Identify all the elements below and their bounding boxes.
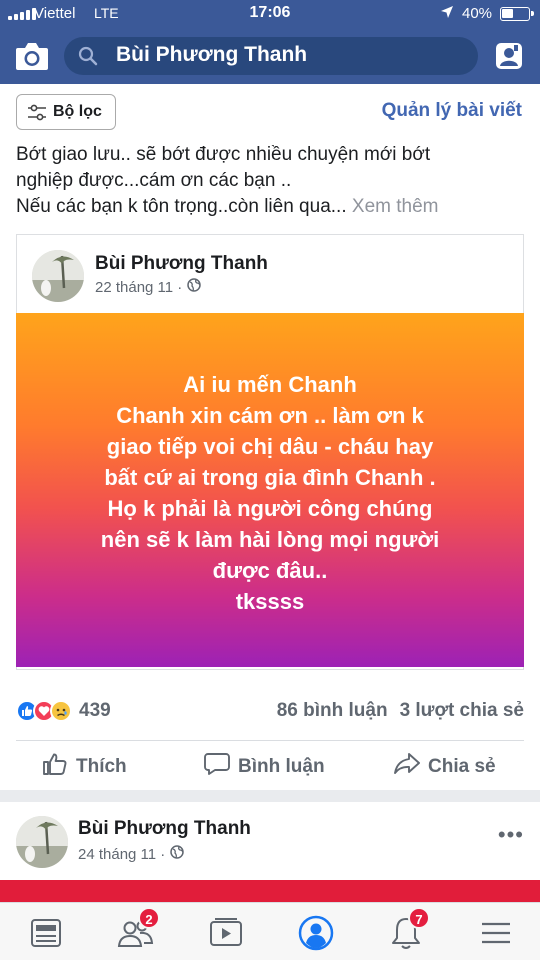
post-stats: 86 bình luận 3 lượt chia sẻ xyxy=(277,700,524,722)
see-more-link[interactable]: Xem thêm xyxy=(352,196,439,217)
avatar[interactable] xyxy=(32,250,84,302)
shared-post-date[interactable]: 22 tháng 11 · xyxy=(95,279,182,296)
status-line: Họ k phải là người công chúng xyxy=(107,496,433,521)
avatar[interactable] xyxy=(16,816,68,868)
status-background: Ai iu mến Chanh Chanh xin cám ơn .. làm … xyxy=(16,313,524,667)
profile-icon[interactable] xyxy=(494,41,524,71)
post-text-line: Bớt giao lưu.. sẽ bớt được nhiều chuyện … xyxy=(16,144,431,165)
post-author-name[interactable]: Bùi Phương Thanh xyxy=(78,818,251,840)
menu-tab[interactable] xyxy=(476,913,516,953)
share-count[interactable]: 3 lượt chia sẻ xyxy=(400,700,524,722)
thumbs-up-icon xyxy=(42,752,68,782)
battery-percent: 40% xyxy=(462,5,493,22)
filter-label: Bộ lọc xyxy=(53,103,102,120)
notifications-tab[interactable]: 7 xyxy=(386,907,430,953)
status-line: được đâu.. xyxy=(212,558,328,583)
notifications-badge: 7 xyxy=(408,907,430,929)
shared-post-card[interactable]: Bùi Phương Thanh 22 tháng 11 · Ai iu mến… xyxy=(16,234,524,670)
globe-icon xyxy=(170,845,185,863)
divider xyxy=(16,740,524,741)
comment-label: Bình luận xyxy=(238,756,325,777)
more-options-icon[interactable]: ••• xyxy=(498,822,524,848)
manage-posts-link[interactable]: Quản lý bài viết xyxy=(382,100,522,122)
post-text-line: Nếu các bạn k tôn trọng..còn liên qua... xyxy=(16,196,347,217)
post-date[interactable]: 24 tháng 11 · xyxy=(78,846,165,863)
post-actions: Thích Bình luận Chia sẻ xyxy=(0,742,540,788)
sad-reaction-icon xyxy=(50,700,72,722)
friends-badge: 2 xyxy=(138,907,160,929)
comment-button[interactable]: Bình luận xyxy=(204,752,325,782)
status-line: giao tiếp voi chị dâu - cháu hay xyxy=(106,434,434,459)
battery-icon xyxy=(500,7,534,21)
video-icon xyxy=(210,918,242,946)
reaction-count: 439 xyxy=(79,700,111,721)
friends-tab[interactable]: 2 xyxy=(116,907,160,953)
search-input[interactable]: Bùi Phương Thanh xyxy=(64,37,478,75)
share-button[interactable]: Chia sẻ xyxy=(394,752,496,782)
status-line: tkssss xyxy=(235,589,305,614)
post-meta: 24 tháng 11 · xyxy=(78,845,185,863)
globe-icon xyxy=(187,278,202,296)
like-button[interactable]: Thích xyxy=(42,752,127,782)
share-icon xyxy=(394,752,420,782)
filter-button[interactable]: Bộ lọc xyxy=(16,94,116,130)
feed-separator xyxy=(0,790,540,802)
bottom-nav: 2 7 xyxy=(0,902,540,960)
news-feed-tab[interactable] xyxy=(26,913,66,953)
status-text: Ai iu mến Chanh Chanh xin cám ơn .. làm … xyxy=(16,369,524,617)
like-label: Thích xyxy=(76,756,127,777)
status-line: Chanh xin cám ơn .. làm ơn k xyxy=(116,403,424,428)
shared-post-meta: 22 tháng 11 · xyxy=(95,278,202,296)
profile-icon xyxy=(298,915,334,951)
app-header: Viettel LTE 17:06 40% Bùi Phương Thanh xyxy=(0,0,540,84)
status-line: bất cứ ai trong gia đình Chanh . xyxy=(104,465,436,490)
share-label: Chia sẻ xyxy=(428,756,496,777)
status-line: Ai iu mến Chanh xyxy=(183,372,357,397)
post-text-line: nghiệp được...cám ơn các bạn .. xyxy=(16,170,292,191)
search-query: Bùi Phương Thanh xyxy=(116,43,308,66)
sliders-icon xyxy=(27,104,47,127)
watch-tab[interactable] xyxy=(206,913,246,953)
location-icon xyxy=(440,5,454,22)
status-bar: Viettel LTE 17:06 40% xyxy=(0,0,540,28)
status-line: nên sẽ k làm hài lòng mọi người xyxy=(100,527,440,552)
profile-tab[interactable] xyxy=(296,913,336,953)
hamburger-menu-icon xyxy=(482,922,510,944)
reaction-summary[interactable]: 439 xyxy=(16,698,111,724)
search-icon xyxy=(78,46,98,66)
camera-icon[interactable] xyxy=(14,40,50,72)
comment-count[interactable]: 86 bình luận xyxy=(277,700,388,722)
comment-icon xyxy=(204,752,230,782)
news-feed-icon xyxy=(31,919,61,947)
shared-author-name[interactable]: Bùi Phương Thanh xyxy=(95,253,268,275)
post-background-preview xyxy=(0,880,540,902)
clock: 17:06 xyxy=(249,4,291,21)
post-body: Bớt giao lưu.. sẽ bớt được nhiều chuyện … xyxy=(16,142,526,220)
